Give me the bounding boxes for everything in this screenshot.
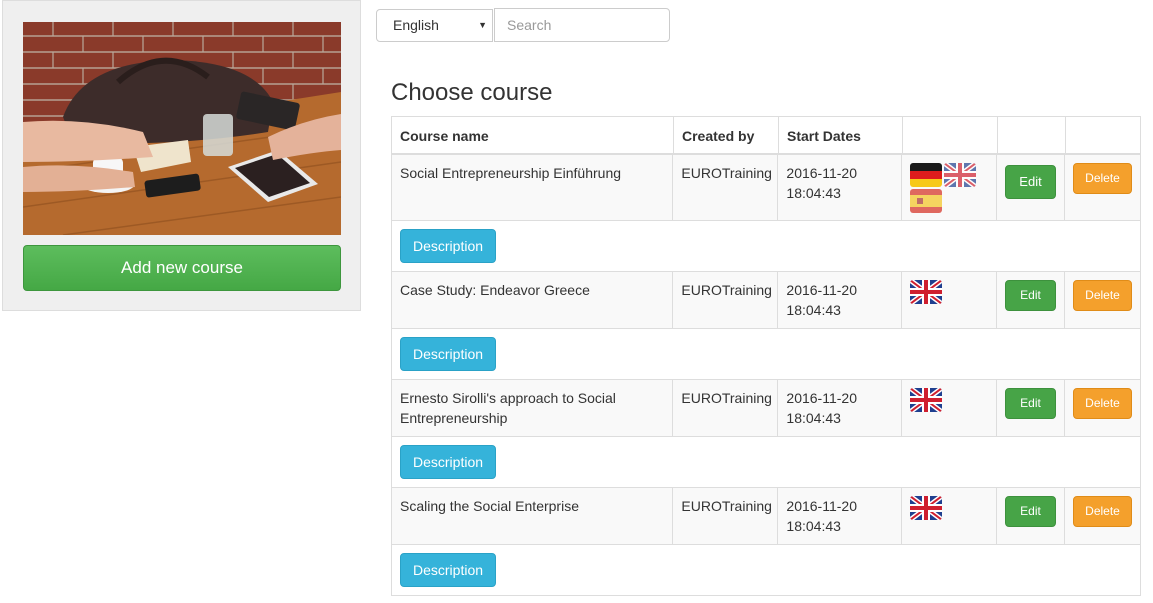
flag-es-icon (910, 189, 943, 213)
column-header-start-dates: Start Dates (779, 117, 903, 153)
flag-uk-icon (910, 280, 943, 304)
course-start-date: 2016-11-20 18:04:43 (778, 380, 903, 436)
course-table: Course name Created by Start Dates Socia… (391, 116, 1141, 596)
workspace-photo-image (23, 22, 341, 235)
course-name: Ernesto Sirolli's approach to Social Ent… (392, 380, 674, 436)
course-languages (902, 155, 997, 220)
course-creator: EUROTraining (673, 488, 779, 544)
table-row: Case Study: Endeavor Greece EUROTraining… (392, 272, 1140, 329)
description-button[interactable]: Description (400, 337, 497, 371)
page-title: Choose course (391, 79, 553, 106)
course-start-date: 2016-11-20 18:04:43 (778, 488, 903, 544)
start-date: 2016-11-20 (786, 498, 857, 514)
course-name: Case Study: Endeavor Greece (392, 272, 674, 328)
course-languages (902, 380, 997, 436)
edit-cell: Edit (997, 488, 1065, 544)
edit-cell: Edit (997, 155, 1065, 220)
flag-uk-icon (910, 388, 943, 412)
language-flags (910, 163, 980, 213)
column-header-languages (903, 117, 998, 153)
column-header-edit (998, 117, 1066, 153)
edit-button[interactable]: Edit (1005, 496, 1056, 527)
column-header-course-name: Course name (392, 117, 674, 153)
table-header-row: Course name Created by Start Dates (392, 117, 1140, 155)
delete-button[interactable]: Delete (1073, 496, 1132, 527)
start-time: 18:04:43 (786, 185, 841, 201)
description-button[interactable]: Description (400, 553, 497, 587)
description-row: Description (392, 329, 1140, 380)
start-time: 18:04:43 (786, 410, 841, 426)
delete-cell: Delete (1065, 488, 1140, 544)
delete-cell: Delete (1065, 272, 1140, 328)
add-new-course-button[interactable]: Add new course (23, 245, 341, 291)
course-sidebar-panel: Add new course (2, 0, 361, 311)
edit-cell: Edit (997, 380, 1065, 436)
course-start-date: 2016-11-20 18:04:43 (778, 155, 903, 220)
column-header-delete (1066, 117, 1140, 153)
column-header-created-by: Created by (674, 117, 779, 153)
delete-cell: Delete (1065, 380, 1140, 436)
description-row: Description (392, 221, 1140, 272)
delete-button[interactable]: Delete (1073, 163, 1132, 194)
start-time: 18:04:43 (786, 302, 841, 318)
course-photo (23, 22, 341, 235)
course-name: Scaling the Social Enterprise (392, 488, 674, 544)
language-select-value: English (393, 17, 439, 33)
delete-button[interactable]: Delete (1073, 280, 1132, 311)
edit-cell: Edit (997, 272, 1065, 328)
course-start-date: 2016-11-20 18:04:43 (778, 272, 903, 328)
chevron-down-icon: ▼ (478, 20, 487, 30)
course-languages (902, 272, 997, 328)
edit-button[interactable]: Edit (1005, 280, 1056, 311)
course-creator: EUROTraining (673, 155, 779, 220)
course-creator: EUROTraining (673, 380, 779, 436)
flag-de-icon (910, 163, 943, 187)
delete-button[interactable]: Delete (1073, 388, 1132, 419)
table-row: Social Entrepreneurship Einführung EUROT… (392, 155, 1140, 221)
table-row: Ernesto Sirolli's approach to Social Ent… (392, 380, 1140, 437)
edit-button[interactable]: Edit (1005, 388, 1056, 419)
description-row: Description (392, 545, 1140, 595)
search-input[interactable] (494, 8, 670, 42)
start-time: 18:04:43 (786, 518, 841, 534)
language-select[interactable]: English ▼ (376, 9, 493, 42)
edit-button[interactable]: Edit (1005, 165, 1056, 199)
flag-uk-icon (944, 163, 977, 187)
start-date: 2016-11-20 (786, 165, 857, 181)
flag-uk-icon (910, 496, 943, 520)
course-name: Social Entrepreneurship Einführung (392, 155, 674, 220)
delete-cell: Delete (1065, 155, 1140, 220)
description-button[interactable]: Description (400, 445, 497, 479)
table-row: Scaling the Social Enterprise EUROTraini… (392, 488, 1140, 545)
course-languages (902, 488, 997, 544)
start-date: 2016-11-20 (786, 282, 857, 298)
course-creator: EUROTraining (673, 272, 779, 328)
description-button[interactable]: Description (400, 229, 497, 263)
start-date: 2016-11-20 (786, 390, 857, 406)
description-row: Description (392, 437, 1140, 488)
